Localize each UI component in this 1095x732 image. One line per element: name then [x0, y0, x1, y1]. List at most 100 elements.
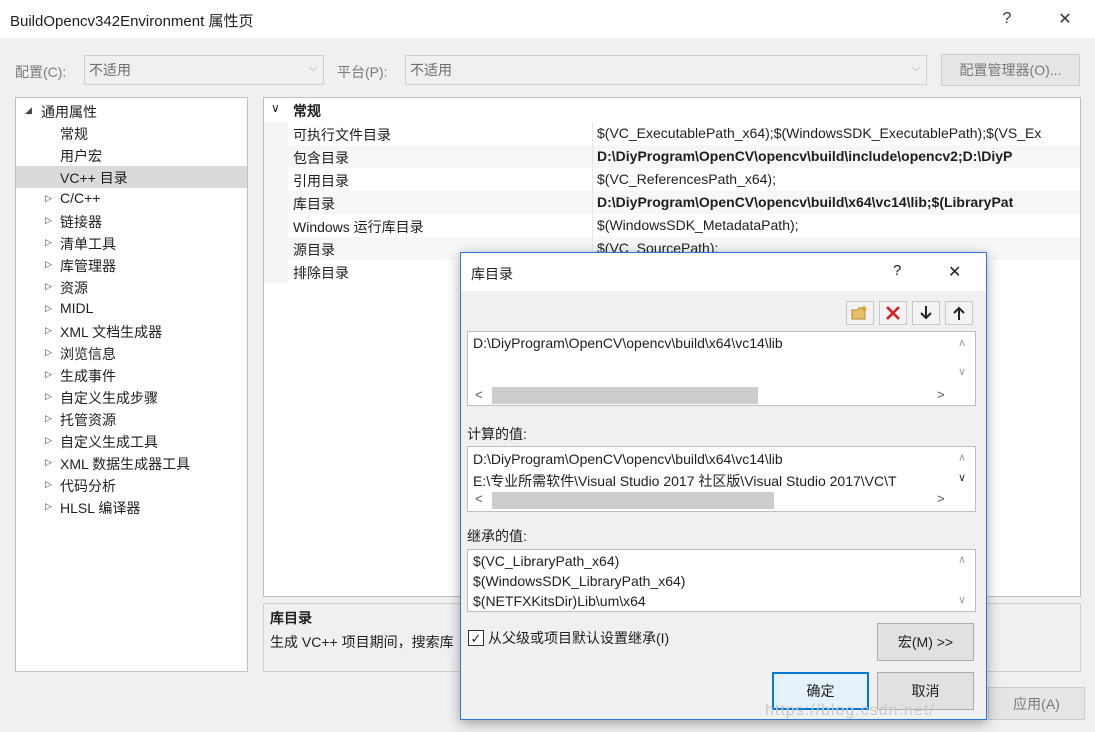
- inherited-line: $(NETFXKitsDir)Lib\um\x64: [473, 593, 646, 609]
- expand-triangle-icon[interactable]: ▷: [45, 391, 52, 402]
- expand-triangle-icon[interactable]: ▷: [45, 237, 52, 248]
- tree-item[interactable]: ▷ XML 数据生成器工具: [16, 452, 247, 474]
- tree-item-label: 自定义生成工具: [60, 434, 158, 450]
- scroll-right-icon[interactable]: >: [937, 387, 945, 402]
- scroll-down-icon[interactable]: ∨: [958, 471, 966, 484]
- expand-triangle-icon[interactable]: ▷: [45, 435, 52, 446]
- tree-item[interactable]: ▷ 浏览信息: [16, 342, 247, 364]
- property-name: 可执行文件目录: [293, 127, 391, 143]
- expand-triangle-icon[interactable]: ▷: [45, 347, 52, 358]
- property-value[interactable]: D:\DiyProgram\OpenCV\opencv\build\x64\vc…: [597, 194, 1013, 210]
- arrow-down-icon: [920, 306, 932, 320]
- tree-item[interactable]: ▷ MIDL: [16, 298, 247, 320]
- row-gutter: [264, 191, 288, 214]
- property-value[interactable]: $(VC_ExecutablePath_x64);$(WindowsSDK_Ex…: [597, 125, 1041, 141]
- expand-triangle-icon[interactable]: ▷: [45, 479, 52, 490]
- tree-item[interactable]: ▷ 链接器: [16, 210, 247, 232]
- property-value[interactable]: $(VC_ReferencesPath_x64);: [597, 171, 776, 187]
- platform-select-value: 不适用: [410, 62, 452, 78]
- tree-item[interactable]: VC++ 目录: [16, 166, 247, 188]
- column-divider: [592, 168, 593, 191]
- tree-root[interactable]: ◢ 通用属性: [16, 100, 247, 122]
- directory-edit-list[interactable]: D:\DiyProgram\OpenCV\opencv\build\x64\vc…: [467, 331, 976, 406]
- inherited-values-list: $(VC_LibraryPath_x64) $(WindowsSDK_Libra…: [467, 549, 976, 612]
- grid-row[interactable]: 库目录 D:\DiyProgram\OpenCV\opencv\build\x64…: [264, 191, 1080, 214]
- delete-line-button[interactable]: [879, 301, 907, 325]
- close-icon[interactable]: ✕: [1042, 4, 1088, 34]
- apply-button[interactable]: 应用(A): [988, 687, 1085, 720]
- tree-item-label: XML 数据生成器工具: [60, 456, 191, 472]
- expand-triangle-icon[interactable]: ▷: [45, 325, 52, 336]
- expand-triangle-icon[interactable]: ▷: [45, 281, 52, 292]
- help-icon[interactable]: ?: [984, 4, 1030, 34]
- new-line-button[interactable]: [846, 301, 874, 325]
- inherit-checkbox-row[interactable]: ✓ 从父级或项目默认设置继承(I): [468, 628, 669, 648]
- tree-item-label: 资源: [60, 280, 88, 296]
- property-value[interactable]: $(WindowsSDK_MetadataPath);: [597, 217, 799, 233]
- computed-values-list: D:\DiyProgram\OpenCV\opencv\build\x64\vc…: [467, 446, 976, 512]
- tree-item-label: 库管理器: [60, 258, 116, 274]
- tree-item[interactable]: ▷ 代码分析: [16, 474, 247, 496]
- scroll-up-icon[interactable]: ∧: [958, 451, 966, 464]
- scroll-down-icon[interactable]: ∨: [958, 593, 966, 606]
- row-gutter: [264, 168, 288, 191]
- tree-item[interactable]: ▷ 托管资源: [16, 408, 247, 430]
- scroll-up-icon[interactable]: ∧: [958, 553, 966, 566]
- tree-item[interactable]: ▷ HLSL 编译器: [16, 496, 247, 518]
- scrollbar-thumb[interactable]: [492, 387, 758, 404]
- expand-triangle-icon[interactable]: ▷: [45, 457, 52, 468]
- expand-triangle-icon[interactable]: ▷: [45, 369, 52, 380]
- description-text: 生成 VC++ 项目期间，搜索库: [270, 634, 454, 650]
- macro-button[interactable]: 宏(M) >>: [877, 623, 974, 661]
- tree-item-label: 自定义生成步骤: [60, 390, 158, 406]
- tree-item[interactable]: 常规: [16, 122, 247, 144]
- tree-item[interactable]: ▷ XML 文档生成器: [16, 320, 247, 342]
- directory-edit-line[interactable]: D:\DiyProgram\OpenCV\opencv\build\x64\vc…: [473, 335, 783, 351]
- grid-row[interactable]: 可执行文件目录 $(VC_ExecutablePath_x64);$(Window…: [264, 122, 1080, 145]
- tree-item[interactable]: ▷ 清单工具: [16, 232, 247, 254]
- column-divider: [592, 191, 593, 214]
- expand-triangle-icon[interactable]: ▷: [45, 215, 52, 226]
- config-manager-button[interactable]: 配置管理器(O)...: [941, 54, 1080, 86]
- computed-values-label: 计算的值:: [467, 426, 527, 442]
- description-title: 库目录: [270, 610, 312, 626]
- scroll-down-icon[interactable]: ∨: [958, 365, 966, 378]
- tree-item[interactable]: ▷ 库管理器: [16, 254, 247, 276]
- grid-section-header[interactable]: ∨ 常规: [264, 98, 1080, 121]
- tree-item-label: 托管资源: [60, 412, 116, 428]
- dialog-close-icon[interactable]: ✕: [948, 262, 961, 282]
- move-down-button[interactable]: [912, 301, 940, 325]
- expand-triangle-icon[interactable]: ▷: [45, 501, 52, 512]
- tree-item[interactable]: ▷ 生成事件: [16, 364, 247, 386]
- tree-item-label: HLSL 编译器: [60, 500, 141, 516]
- inherit-checkbox[interactable]: ✓: [468, 630, 484, 646]
- config-select[interactable]: 不适用 ⌵: [84, 55, 324, 85]
- scroll-left-icon[interactable]: <: [475, 491, 483, 506]
- property-tree: ◢ 通用属性 常规 用户宏 VC++ 目录 ▷ C/C++ ▷ 链接器 ▷ 清单工具 ▷ 库管理器 ▷…: [15, 97, 248, 672]
- grid-section-title: 常规: [293, 103, 321, 119]
- scroll-right-icon[interactable]: >: [937, 491, 945, 506]
- expand-triangle-icon[interactable]: ▷: [45, 413, 52, 424]
- tree-item[interactable]: ▷ 资源: [16, 276, 247, 298]
- grid-row[interactable]: 引用目录 $(VC_ReferencesPath_x64);: [264, 168, 1080, 191]
- tree-item[interactable]: ▷ 自定义生成工具: [16, 430, 247, 452]
- expand-triangle-icon[interactable]: ▷: [45, 303, 52, 314]
- tree-item[interactable]: ▷ 自定义生成步骤: [16, 386, 247, 408]
- expand-triangle-icon[interactable]: ▷: [45, 259, 52, 270]
- tree-item-label: 清单工具: [60, 236, 116, 252]
- grid-row[interactable]: Windows 运行库目录 $(WindowsSDK_MetadataPath);: [264, 214, 1080, 237]
- scrollbar-thumb[interactable]: [492, 492, 774, 509]
- row-gutter: [264, 237, 288, 260]
- arrow-up-icon: [953, 306, 965, 320]
- scroll-left-icon[interactable]: <: [475, 387, 483, 402]
- tree-item[interactable]: ▷ C/C++: [16, 188, 247, 210]
- property-value[interactable]: D:\DiyProgram\OpenCV\opencv\build\includ…: [597, 148, 1012, 164]
- grid-row[interactable]: 包含目录 D:\DiyProgram\OpenCV\opencv\build\in…: [264, 145, 1080, 168]
- platform-select[interactable]: 不适用 ⌵: [405, 55, 927, 85]
- row-gutter: [264, 260, 288, 283]
- tree-item[interactable]: 用户宏: [16, 144, 247, 166]
- expand-triangle-icon[interactable]: ▷: [45, 193, 52, 204]
- scroll-up-icon[interactable]: ∧: [958, 336, 966, 349]
- move-up-button[interactable]: [945, 301, 973, 325]
- dialog-help-icon[interactable]: ?: [893, 262, 901, 279]
